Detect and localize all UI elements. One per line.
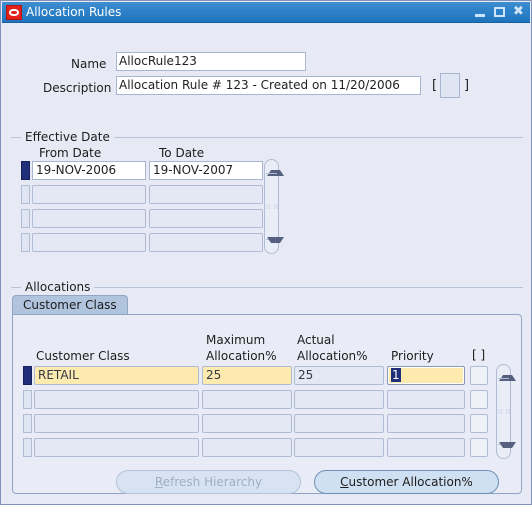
actual-allocation-field (294, 390, 384, 409)
priority-field[interactable] (387, 438, 465, 457)
to-date-field[interactable] (149, 185, 263, 204)
refresh-hierarchy-mnemonic: R (154, 475, 163, 489)
title-bar: Allocation Rules ✖ (2, 2, 530, 23)
customer-class-field[interactable] (34, 414, 199, 433)
description-bracket-close: ] (464, 78, 470, 93)
scrollbar-grip[interactable]: ⁙⁙ (265, 203, 279, 211)
actual-allocation-header-line2: Allocation% (297, 349, 368, 363)
customer-class-field[interactable] (34, 438, 199, 457)
actual-allocation-header-line1: Actual (297, 333, 335, 347)
description-input[interactable]: Allocation Rule # 123 - Created on 11/20… (116, 76, 421, 95)
scroll-up-icon[interactable] (499, 368, 516, 381)
record-indicator[interactable] (21, 209, 30, 228)
maximum-allocation-field[interactable] (202, 438, 292, 457)
allocations-group-label: Allocations (21, 280, 95, 294)
refresh-hierarchy-label: efresh Hierarchy (162, 475, 263, 489)
maximum-allocation-header-line2: Allocation% (206, 349, 277, 363)
scrollbar-grip[interactable]: ⁙⁙ (497, 408, 511, 416)
description-lov-button[interactable] (440, 73, 460, 98)
allocations-scrollbar[interactable]: ⁙⁙ (496, 364, 516, 459)
description-label: Description (43, 81, 112, 95)
refresh-hierarchy-button[interactable]: Refresh Hierarchy (116, 470, 301, 494)
priority-field[interactable] (387, 414, 465, 433)
row-flex-button[interactable] (470, 390, 488, 409)
priority-field[interactable]: 1 (387, 366, 465, 385)
customer-allocation-mnemonic: C (340, 475, 349, 489)
maximum-allocation-field[interactable] (202, 414, 292, 433)
record-indicator[interactable] (23, 438, 32, 457)
window-controls: ✖ (473, 5, 526, 19)
from-date-header: From Date (39, 146, 102, 160)
name-input[interactable]: AllocRule123 (116, 52, 306, 71)
actual-allocation-field (294, 438, 384, 457)
row-flex-button[interactable] (470, 438, 488, 457)
scroll-down-icon[interactable] (499, 442, 516, 455)
close-icon: ✖ (513, 4, 524, 19)
priority-field[interactable] (387, 390, 465, 409)
record-indicator[interactable] (23, 390, 32, 409)
record-indicator[interactable] (21, 233, 30, 252)
allocations-group: Allocations (11, 280, 523, 294)
to-date-field[interactable] (149, 209, 263, 228)
flex-bracket-header: [ ] (472, 348, 486, 362)
record-indicator[interactable] (23, 414, 32, 433)
customer-class-field[interactable]: RETAIL (34, 366, 199, 385)
effective-date-group-label: Effective Date (21, 130, 114, 144)
to-date-field[interactable]: 19-NOV-2007 (149, 161, 263, 180)
customer-allocation-label: ustomer Allocation% (348, 475, 473, 489)
customer-class-header: Customer Class (36, 349, 130, 363)
close-button[interactable]: ✖ (511, 5, 526, 19)
actual-allocation-field (294, 414, 384, 433)
priority-header: Priority (391, 349, 434, 363)
row-flex-button[interactable] (470, 366, 488, 385)
scroll-down-icon[interactable] (267, 237, 284, 250)
name-label: Name (71, 57, 107, 71)
maximize-button[interactable] (492, 5, 507, 19)
tab-customer-class[interactable]: Customer Class (12, 295, 128, 315)
actual-allocation-field: 25 (294, 366, 384, 385)
effective-date-scrollbar[interactable]: ⁙⁙ (264, 159, 284, 254)
maximum-allocation-header-line1: Maximum (206, 333, 266, 347)
row-flex-button[interactable] (470, 414, 488, 433)
to-date-header: To Date (159, 146, 205, 160)
priority-selected-text: 1 (391, 368, 401, 382)
from-date-field[interactable]: 19-NOV-2006 (32, 161, 146, 180)
from-date-field[interactable] (32, 209, 146, 228)
from-date-field[interactable] (32, 185, 146, 204)
minimize-button[interactable] (473, 5, 488, 19)
record-indicator[interactable] (21, 185, 30, 204)
window-title: Allocation Rules (26, 5, 122, 19)
record-indicator[interactable] (21, 161, 30, 180)
to-date-field[interactable] (149, 233, 263, 252)
maximum-allocation-field[interactable] (202, 390, 292, 409)
description-bracket-open: [ (432, 78, 438, 93)
effective-date-group: Effective Date (11, 130, 523, 144)
scroll-up-icon[interactable] (267, 163, 284, 176)
allocation-rules-window: Allocation Rules ✖ Name AllocRule123 Des… (0, 0, 532, 505)
from-date-field[interactable] (32, 233, 146, 252)
record-indicator[interactable] (23, 366, 32, 385)
customer-allocation-button[interactable]: Customer Allocation% (314, 470, 499, 494)
oracle-logo-icon (6, 5, 22, 20)
customer-class-field[interactable] (34, 390, 199, 409)
maximum-allocation-field[interactable]: 25 (202, 366, 292, 385)
